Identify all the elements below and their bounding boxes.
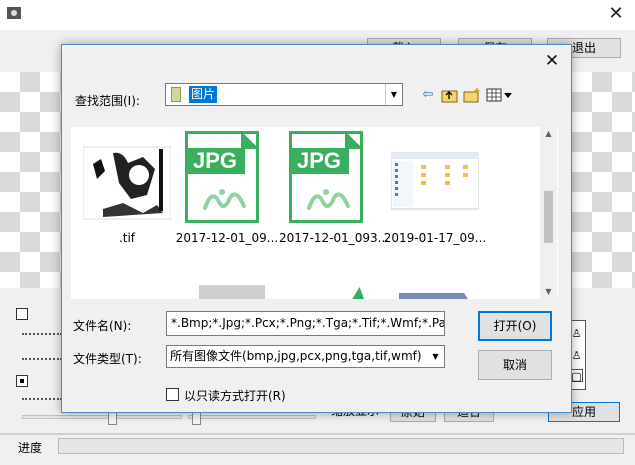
status-separator — [0, 433, 635, 435]
filetype-select[interactable]: 所有图像文件(bmp,jpg,pcx,png,tga,tif,wmf) ▼ — [166, 345, 445, 368]
scroll-up-icon[interactable]: ▲ — [540, 127, 557, 141]
view-menu-icon[interactable] — [486, 87, 514, 103]
dialog-close-icon[interactable]: ✕ — [541, 50, 563, 72]
option-radio-1[interactable] — [16, 308, 28, 320]
open-button[interactable]: 打开(O) — [478, 311, 552, 341]
app-icon — [7, 7, 21, 19]
dotted-rule — [22, 398, 62, 401]
jpg-badge: JPG — [289, 148, 349, 174]
look-in-combo[interactable]: 图片 ▼ — [165, 83, 403, 106]
jpg-file-icon: JPG — [289, 131, 363, 223]
up-folder-icon[interactable] — [441, 87, 459, 103]
file-item[interactable]: JPG 2017-12-01_093... — [279, 131, 390, 251]
filetype-value: 所有图像文件(bmp,jpg,pcx,png,tga,tif,wmf) — [170, 349, 422, 363]
image-thumbnail — [83, 146, 171, 220]
file-item[interactable] — [175, 283, 279, 299]
main-close-icon[interactable]: ✕ — [603, 2, 629, 26]
slider-2-track[interactable] — [188, 415, 316, 419]
progress-bar — [58, 438, 624, 454]
image-canvas-left — [0, 72, 62, 288]
main-titlebar: ✕ — [0, 0, 635, 30]
filename-input[interactable]: *.Bmp;*.Jpg;*.Pcx;*.Png;*.Tga;*.Tif;*.Wm… — [166, 311, 445, 336]
image-canvas-right — [572, 72, 635, 288]
look-in-value: 图片 — [189, 86, 218, 103]
back-arrow-icon[interactable]: ⇦ — [420, 87, 436, 103]
dotted-rule — [22, 333, 62, 336]
scrollbar-thumb[interactable] — [544, 191, 553, 243]
filetype-label: 文件类型(T): — [73, 352, 142, 366]
file-item[interactable]: .tif — [75, 131, 179, 251]
cancel-button[interactable]: 取消 — [478, 350, 552, 380]
file-item[interactable] — [279, 283, 383, 299]
readonly-label: 以只读方式打开(R) — [184, 389, 286, 403]
readonly-checkbox[interactable] — [166, 388, 179, 401]
option-radio-2[interactable] — [16, 375, 28, 387]
file-list-scrollbar[interactable]: ▲ ▼ — [540, 127, 557, 299]
file-item[interactable]: JPG 2017-12-01_09... — [175, 131, 279, 251]
chevron-down-icon[interactable]: ▼ — [385, 84, 402, 105]
file-name: 2017-12-01_09... — [175, 231, 279, 245]
progress-label: 进度 — [18, 441, 43, 455]
file-name: 2019-01-17_09... — [383, 231, 487, 245]
file-item[interactable] — [383, 283, 487, 299]
jpg-file-icon: JPG — [185, 131, 259, 223]
look-in-label: 查找范围(I): — [75, 94, 140, 108]
file-name: 2017-12-01_093... — [279, 231, 390, 245]
slider-1-track[interactable] — [22, 415, 182, 419]
open-file-dialog: ✕ 查找范围(I): 图片 ▼ ⇦ .tif JPG 2017-12-01_09… — [61, 44, 572, 413]
screenshot-thumbnail — [391, 152, 479, 210]
file-item[interactable]: 2019-01-17_09... — [383, 131, 487, 251]
chevron-down-icon[interactable]: ▼ — [427, 346, 444, 367]
new-folder-icon[interactable] — [463, 87, 481, 103]
filename-label: 文件名(N): — [73, 319, 132, 333]
folder-icon — [171, 87, 181, 102]
scroll-down-icon[interactable]: ▼ — [540, 285, 557, 299]
dotted-rule — [22, 358, 62, 361]
jpg-badge: JPG — [185, 148, 245, 174]
file-name: .tif — [118, 231, 136, 245]
file-list-view[interactable]: .tif JPG 2017-12-01_09... JPG 2017-12-01… — [71, 127, 558, 299]
